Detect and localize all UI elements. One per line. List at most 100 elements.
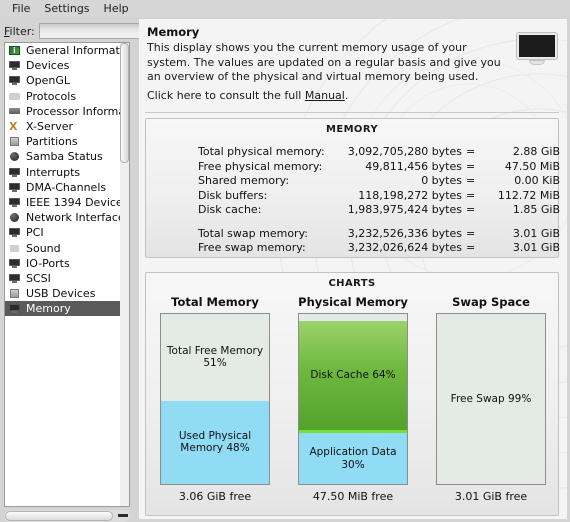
sidebar-item-label: X-Server — [26, 120, 74, 134]
memory-row-human: 0.00 KiB — [514, 174, 560, 187]
sidebar-item-sound[interactable]: Sound — [5, 240, 129, 255]
chart-plot-area: Disk Cache 64% Application Data 30% — [298, 313, 408, 485]
memory-row-bytes: 3,092,705,280 bytes — [347, 145, 462, 158]
monitor-icon — [9, 167, 21, 178]
memory-row-label: Total swap memory: — [198, 226, 308, 240]
memory-row-label: Free swap memory: — [198, 241, 306, 254]
sidebar-item-label: Network Interfaces — [26, 211, 130, 225]
x-icon — [9, 120, 21, 133]
sidebar-item-general-information[interactable]: General Information — [5, 43, 129, 58]
menu-settings[interactable]: Settings — [37, 1, 96, 17]
sidebar-item-pci[interactable]: PCI — [5, 225, 129, 240]
memory-row-bytes: 0 bytes — [421, 174, 462, 187]
chart-segment-label: Free Swap 99% — [450, 392, 532, 405]
chart-swap-space: Swap Space Free Swap 99% 3.01 GiB free — [422, 295, 560, 515]
drive-icon — [9, 136, 21, 147]
scroll-right-arrow-icon[interactable] — [118, 514, 128, 517]
intro-block: Memory This display shows you the curren… — [139, 19, 567, 111]
memory-row-equals: = — [466, 241, 476, 254]
memory-table: Total physical memory: 3,092,705,280 byte… — [146, 145, 560, 256]
chart-title: Swap Space — [452, 295, 530, 309]
memory-row-human: 3.01 GiB — [512, 226, 560, 240]
menu-bar: File Settings Help — [0, 0, 570, 17]
sidebar-item-scsi[interactable]: SCSI — [5, 271, 129, 286]
speaker-icon — [9, 243, 21, 254]
sidebar-item-memory[interactable]: Memory — [5, 301, 129, 317]
sidebar-item-label: Partitions — [26, 135, 78, 149]
chip-icon — [9, 106, 21, 117]
monitor-icon — [9, 60, 21, 71]
chart-footer: 3.06 GiB free — [178, 490, 252, 503]
manual-line: Click here to consult the full Manual. — [147, 89, 348, 102]
chart-segment: Free Swap 99% — [437, 314, 545, 484]
memory-row-human: 3.01 GiB — [512, 241, 560, 254]
sidebar-item-io-ports[interactable]: IO-Ports — [5, 256, 129, 271]
manual-link[interactable]: Manual — [305, 89, 345, 102]
sidebar-item-label: Devices — [26, 59, 70, 73]
sidebar-horizontal-scrollbar[interactable] — [4, 510, 130, 522]
table-row: Total physical memory: 3,092,705,280 byte… — [146, 145, 560, 160]
content-area: Memory This display shows you the curren… — [139, 19, 567, 519]
sidebar-item-samba-status[interactable]: Samba Status — [5, 149, 129, 164]
sidebar-vertical-scroll-thumb[interactable] — [120, 43, 129, 163]
sidebar-horizontal-scroll-thumb[interactable] — [5, 511, 113, 521]
chart-segment: Total Free Memory 51% — [161, 314, 269, 401]
globe-icon — [9, 212, 21, 223]
monitor-icon — [515, 33, 559, 73]
chart-footer: 3.01 GiB free — [454, 490, 528, 503]
info-icon — [9, 45, 21, 56]
module-tree-list: General InformationDevicesOpenGLProtocol… — [5, 43, 129, 317]
sidebar-item-opengl[interactable]: OpenGL — [5, 73, 129, 88]
memory-row-equals: = — [466, 188, 476, 202]
charts-panel: CHARTS Total Memory Total Free Memory 51%… — [145, 272, 559, 516]
module-tree[interactable]: General InformationDevicesOpenGLProtocol… — [4, 42, 130, 507]
monitor-icon — [9, 273, 21, 284]
page-title: Memory — [147, 25, 200, 39]
memory-row-label: Free physical memory: — [198, 159, 323, 173]
monitor-stand-icon — [529, 60, 545, 65]
sidebar-item-processor-information[interactable]: Processor Information — [5, 104, 129, 119]
sidebar-item-dma-channels[interactable]: DMA-Channels — [5, 180, 129, 195]
chart-segment-label: Application Data 30% — [309, 446, 397, 471]
menu-help[interactable]: Help — [97, 1, 136, 17]
sidebar-item-usb-devices[interactable]: USB Devices — [5, 286, 129, 301]
sidebar-vertical-scrollbar[interactable] — [120, 43, 129, 506]
memory-row-label: Total physical memory: — [198, 145, 325, 158]
sidebar-item-label: Samba Status — [26, 150, 103, 164]
memory-row-human: 1.85 GiB — [512, 203, 560, 216]
memory-row-label: Disk buffers: — [198, 188, 268, 202]
sidebar-item-label: General Information — [26, 44, 130, 58]
chart-plot-area: Total Free Memory 51% Used Physical Memor… — [160, 313, 270, 485]
memory-row-human: 2.88 GiB — [512, 145, 560, 158]
sidebar-item-interrupts[interactable]: Interrupts — [5, 165, 129, 180]
memory-row-label: Disk cache: — [198, 203, 262, 216]
sidebar-item-label: IEEE 1394 Devices — [26, 195, 129, 209]
sidebar-item-partitions[interactable]: Partitions — [5, 134, 129, 149]
monitor-screen-icon — [517, 33, 557, 59]
monitor-icon — [9, 258, 21, 269]
menu-file[interactable]: File — [5, 1, 37, 17]
filter-label-rest: ilter: — [9, 24, 35, 38]
chart-segment: Disk Cache 64% — [299, 320, 407, 430]
sidebar-item-protocols[interactable]: Protocols — [5, 89, 129, 104]
sidebar-item-label: Memory — [26, 302, 71, 316]
filter-row: Filter: — [4, 22, 189, 40]
chart-segment-label: Total Free Memory 51% — [166, 344, 264, 370]
sidebar-item-devices[interactable]: Devices — [5, 58, 129, 73]
sidebar-item-label: DMA-Channels — [26, 180, 107, 194]
sidebar-item-x-server[interactable]: X-Server — [5, 119, 129, 134]
manual-prefix: Click here to consult the full — [147, 89, 305, 102]
sidebar-item-network-interfaces[interactable]: Network Interfaces — [5, 210, 129, 225]
memory-row-bytes: 3,232,526,336 bytes — [347, 226, 462, 240]
memory-row-label: Shared memory: — [198, 174, 290, 187]
table-spacer — [146, 218, 560, 227]
memory-row-bytes: 3,232,026,624 bytes — [347, 241, 462, 254]
chart-plot-area: Free Swap 99% — [436, 313, 546, 485]
monitor-icon — [9, 75, 21, 86]
sidebar-item-label: Sound — [26, 241, 61, 255]
sidebar-item-ieee-1394-devices[interactable]: IEEE 1394 Devices — [5, 195, 129, 210]
memory-panel: MEMORY Total physical memory: 3,092,705,2… — [145, 118, 560, 258]
charts-row: Total Memory Total Free Memory 51% Used Ph… — [146, 295, 560, 515]
sidebar-item-label: Interrupts — [26, 165, 81, 179]
faded-icon — [9, 91, 21, 102]
